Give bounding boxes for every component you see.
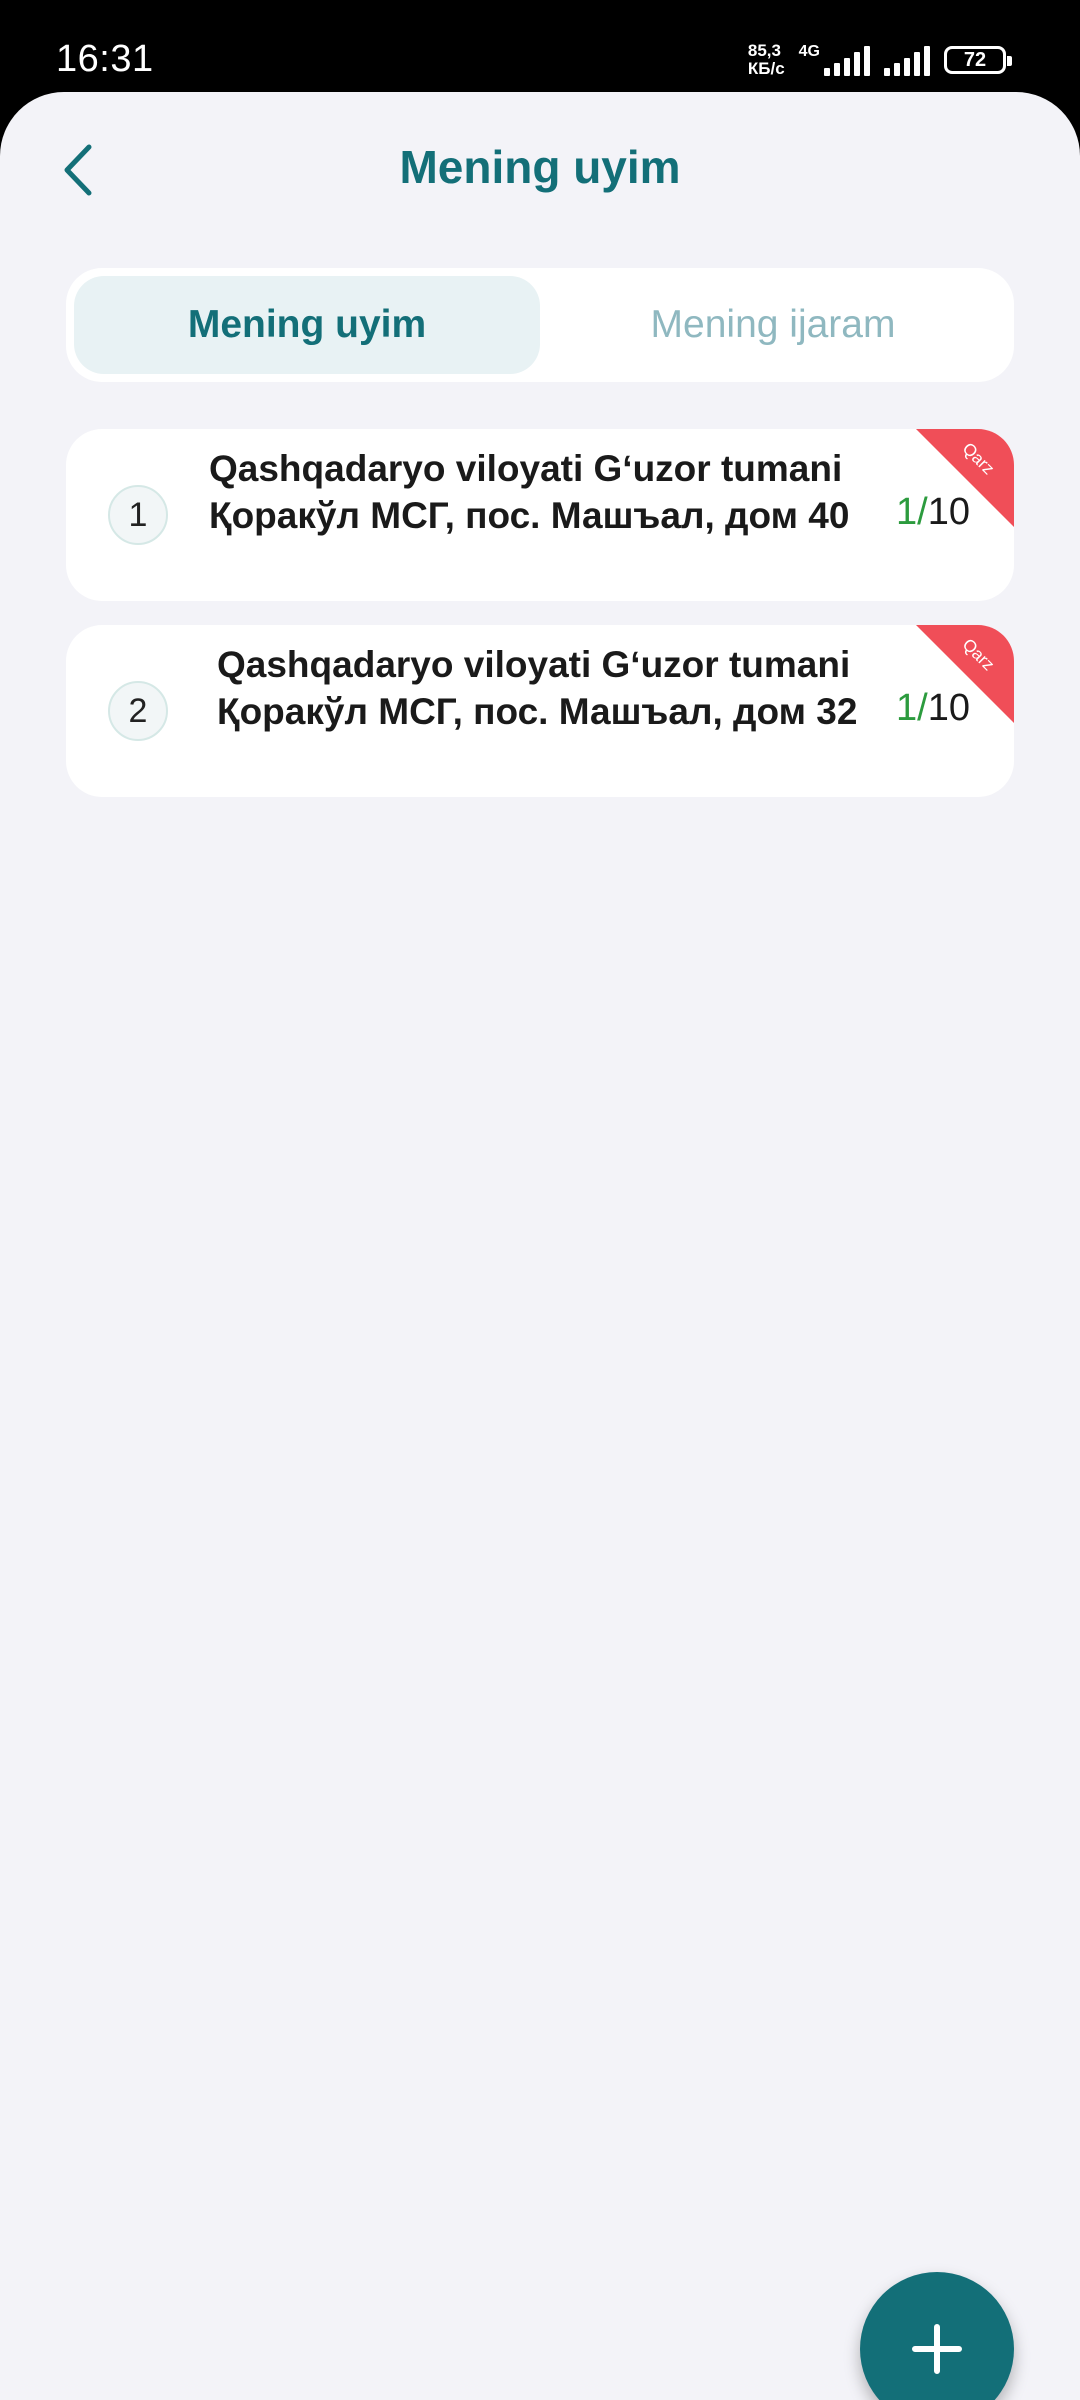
plus-icon [912,2324,962,2374]
network-type: 4G [798,43,820,60]
status-time: 16:31 [56,38,154,80]
battery-icon: 72 [944,46,1012,74]
status-icons: 85,3 КБ/с 4G 72 [748,38,1014,82]
property-card[interactable]: 1 Qashqadaryo viloyati G‘uzor tumani Қор… [66,429,1014,601]
add-property-button[interactable] [860,2272,1014,2400]
debt-badge: Qarz [916,429,1014,527]
count-done: 1 [896,687,918,729]
property-number: 2 [108,681,168,741]
tab-switcher: Mening uyim Mening ijaram [66,268,1014,382]
battery-level: 72 [963,48,987,71]
tab-my-home[interactable]: Mening uyim [74,276,540,374]
debt-badge: Qarz [916,625,1014,723]
property-address: Qashqadaryo viloyati G‘uzor tumani Қорак… [217,644,858,732]
network-speed-value: 85,3 [747,41,781,60]
status-bar: 16:31 85,3 КБ/с 4G 72 [0,0,1080,92]
page-title: Mening uyim [399,141,681,193]
signal-icon-secondary [884,44,930,76]
property-address: Qashqadaryo viloyati G‘uzor tumani Қорак… [209,448,850,536]
network-speed: 85,3 КБ/с [748,42,785,78]
app-screen: Mening uyim Mening uyim Mening ijaram 1 … [0,92,1080,2400]
property-number: 1 [108,485,168,545]
network-speed-unit: КБ/с [747,59,785,78]
property-card[interactable]: 2 Qashqadaryo viloyati G‘uzor tumani Қор… [66,625,1014,797]
tab-my-rent[interactable]: Mening ijaram [540,276,1006,374]
count-done: 1 [896,491,918,533]
signal-icon [824,44,870,76]
